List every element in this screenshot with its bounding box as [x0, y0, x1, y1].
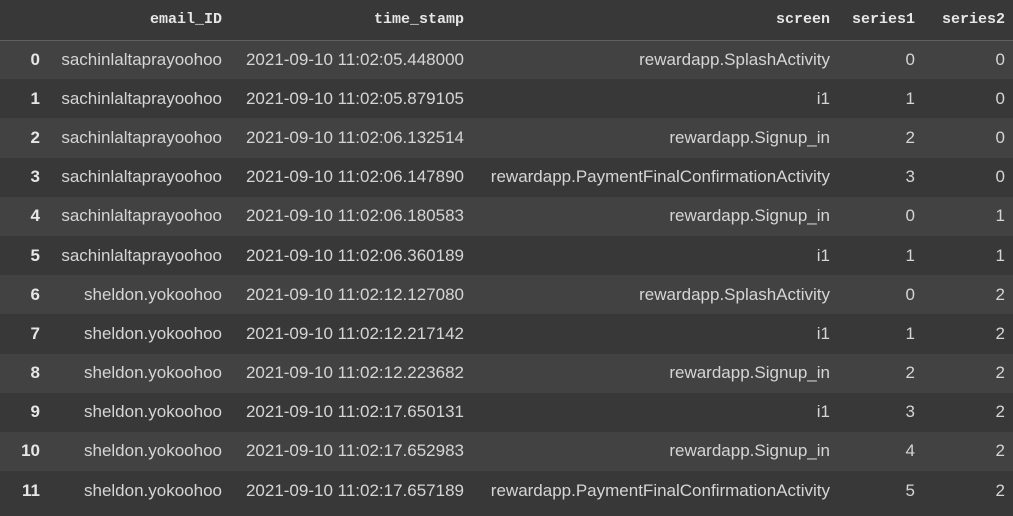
cell-time-stamp: 2021-09-10 11:02:12.127080 [245, 284, 464, 304]
cell-email-id: sachinlaltaprayoohoo [61, 206, 222, 226]
cell-series2: 0 [995, 49, 1005, 69]
cell-series1: 5 [905, 480, 915, 500]
cell-series1: 1 [905, 88, 915, 108]
dataframe-table: email_ID time_stamp screen series1 serie… [0, 0, 1013, 511]
header-time-stamp: time_stamp [230, 0, 472, 41]
cell-email-id: sheldon.yokoohoo [83, 480, 222, 500]
cell-screen: rewardapp.Signup_in [669, 441, 830, 461]
cell-time-stamp: 2021-09-10 11:02:17.650131 [245, 402, 464, 422]
cell-series1: 3 [905, 402, 915, 422]
cell-series1: 2 [905, 363, 915, 383]
cell-screen: rewardapp.SplashActivity [639, 49, 830, 69]
cell-screen: i1 [816, 402, 830, 422]
row-index: 3 [30, 167, 40, 187]
cell-series2: 2 [995, 284, 1005, 304]
cell-time-stamp: 2021-09-10 11:02:06.132514 [245, 127, 464, 147]
table-header: email_ID time_stamp screen series1 serie… [0, 0, 1013, 41]
cell-screen: i1 [816, 88, 830, 108]
cell-series2: 2 [995, 441, 1005, 461]
header-series1: series1 [838, 0, 923, 41]
cell-series2: 1 [995, 206, 1005, 226]
cell-series2: 1 [995, 245, 1005, 265]
row-index: 11 [22, 480, 40, 500]
cell-series1: 1 [905, 323, 915, 343]
table-row: 2 sachinlaltaprayoohoo 2021-09-10 11:02:… [0, 118, 1013, 158]
row-index: 10 [21, 441, 40, 461]
row-index: 9 [30, 402, 40, 422]
cell-series2: 2 [995, 480, 1005, 500]
cell-series2: 2 [995, 323, 1005, 343]
cell-series2: 0 [995, 88, 1005, 108]
header-series2: series2 [923, 0, 1013, 41]
row-index: 5 [30, 245, 40, 265]
table-row: 11 sheldon.yokoohoo 2021-09-10 11:02:17.… [0, 471, 1013, 511]
table-row: 0 sachinlaltaprayoohoo 2021-09-10 11:02:… [0, 40, 1013, 80]
cell-time-stamp: 2021-09-10 11:02:12.217142 [245, 323, 464, 343]
cell-time-stamp: 2021-09-10 11:02:17.652983 [245, 441, 464, 461]
cell-email-id: sheldon.yokoohoo [83, 284, 222, 304]
cell-series1: 1 [905, 245, 915, 265]
cell-series1: 0 [905, 284, 915, 304]
cell-screen: i1 [816, 245, 830, 265]
row-index: 6 [30, 284, 40, 304]
cell-series1: 0 [905, 49, 915, 69]
cell-time-stamp: 2021-09-10 11:02:06.360189 [245, 245, 464, 265]
header-email-id: email_ID [48, 0, 230, 41]
cell-series1: 2 [905, 127, 915, 147]
table-row: 3 sachinlaltaprayoohoo 2021-09-10 11:02:… [0, 157, 1013, 197]
cell-screen: rewardapp.PaymentFinalConfirmationActivi… [490, 480, 830, 500]
cell-time-stamp: 2021-09-10 11:02:12.223682 [245, 363, 464, 383]
row-index: 2 [30, 127, 40, 147]
cell-email-id: sheldon.yokoohoo [83, 441, 222, 461]
row-index: 8 [30, 363, 40, 383]
cell-email-id: sheldon.yokoohoo [83, 323, 222, 343]
table-row: 5 sachinlaltaprayoohoo 2021-09-10 11:02:… [0, 235, 1013, 276]
table-row: 4 sachinlaltaprayoohoo 2021-09-10 11:02:… [0, 196, 1013, 236]
table-body: 0 sachinlaltaprayoohoo 2021-09-10 11:02:… [0, 40, 1013, 511]
cell-email-id: sachinlaltaprayoohoo [61, 49, 222, 69]
cell-time-stamp: 2021-09-10 11:02:06.180583 [245, 206, 464, 226]
table-row: 1 sachinlaltaprayoohoo 2021-09-10 11:02:… [0, 79, 1013, 119]
cell-screen: rewardapp.Signup_in [669, 206, 830, 226]
cell-series2: 0 [995, 167, 1005, 187]
cell-series1: 4 [905, 441, 915, 461]
table-row: 10 sheldon.yokoohoo 2021-09-10 11:02:17.… [0, 431, 1013, 472]
cell-screen: rewardapp.PaymentFinalConfirmationActivi… [490, 167, 830, 187]
table-row: 6 sheldon.yokoohoo 2021-09-10 11:02:12.1… [0, 275, 1013, 315]
table-row: 8 sheldon.yokoohoo 2021-09-10 11:02:12.2… [0, 353, 1013, 393]
cell-series1: 3 [905, 167, 915, 187]
cell-email-id: sachinlaltaprayoohoo [61, 167, 222, 187]
cell-screen: rewardapp.Signup_in [669, 363, 830, 383]
row-index: 7 [30, 323, 40, 343]
row-index: 1 [30, 88, 40, 108]
cell-email-id: sachinlaltaprayoohoo [61, 88, 222, 108]
cell-time-stamp: 2021-09-10 11:02:05.448000 [245, 49, 464, 69]
cell-time-stamp: 2021-09-10 11:02:06.147890 [245, 167, 464, 187]
cell-time-stamp: 2021-09-10 11:02:17.657189 [245, 480, 464, 500]
table-row: 7 sheldon.yokoohoo 2021-09-10 11:02:12.2… [0, 314, 1013, 354]
header-row: email_ID time_stamp screen series1 serie… [0, 0, 1013, 41]
dataframe-output: email_ID time_stamp screen series1 serie… [0, 0, 1013, 516]
header-screen: screen [472, 0, 838, 41]
row-index: 0 [30, 49, 40, 69]
table-row: 9 sheldon.yokoohoo 2021-09-10 11:02:17.6… [0, 392, 1013, 432]
cell-email-id: sachinlaltaprayoohoo [61, 245, 222, 265]
cell-series2: 0 [995, 127, 1005, 147]
cell-series2: 2 [995, 363, 1005, 383]
row-index: 4 [30, 206, 40, 226]
cell-series2: 2 [995, 402, 1005, 422]
cell-screen: rewardapp.Signup_in [669, 127, 830, 147]
cell-email-id: sachinlaltaprayoohoo [61, 127, 222, 147]
header-index [0, 0, 48, 41]
cell-screen: rewardapp.SplashActivity [639, 284, 830, 304]
cell-screen: i1 [816, 323, 830, 343]
cell-email-id: sheldon.yokoohoo [83, 402, 222, 422]
cell-series1: 0 [905, 206, 915, 226]
cell-email-id: sheldon.yokoohoo [83, 363, 222, 383]
cell-time-stamp: 2021-09-10 11:02:05.879105 [245, 88, 464, 108]
